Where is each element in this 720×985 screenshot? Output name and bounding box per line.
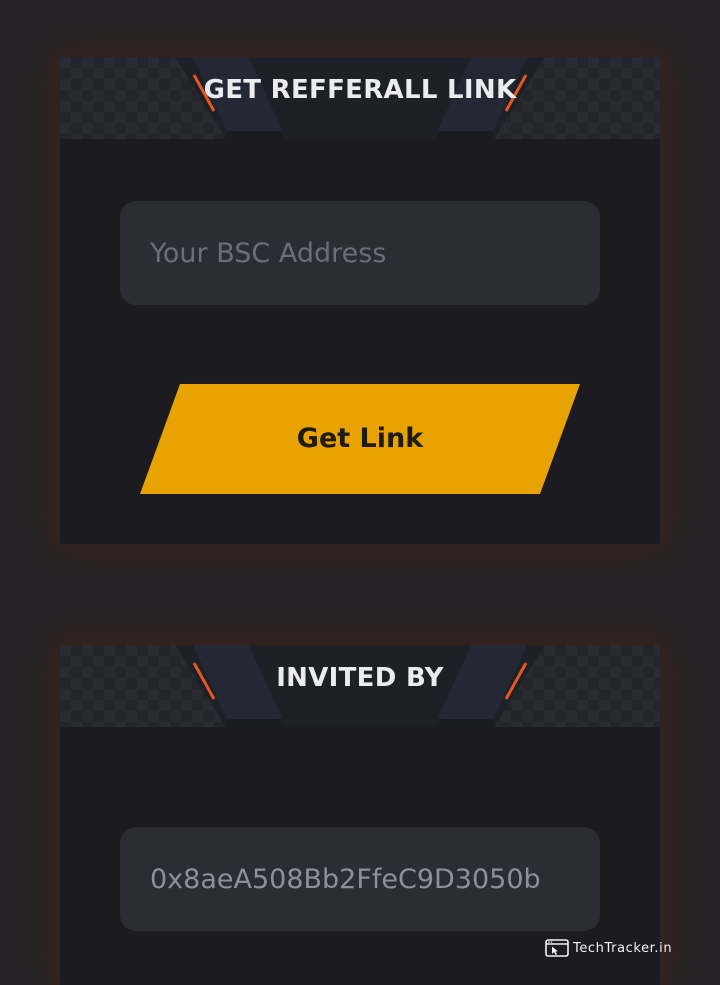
- referral-title: GET REFFERALL LINK: [203, 75, 517, 105]
- bsc-address-input[interactable]: [150, 237, 570, 269]
- watermark: TechTracker.in: [545, 937, 672, 959]
- watermark-text: TechTracker.in: [573, 940, 673, 956]
- invited-by-title: INVITED BY: [276, 663, 444, 693]
- referral-panel-header: GET REFFERALL LINK: [60, 57, 660, 139]
- invited-by-address-field[interactable]: [120, 827, 600, 931]
- invited-by-panel: INVITED BY: [60, 645, 660, 985]
- get-link-button-label: Get Link: [296, 423, 424, 454]
- get-link-button[interactable]: Get Link: [140, 384, 580, 494]
- browser-cursor-icon: [545, 939, 569, 957]
- invited-by-panel-header: INVITED BY: [60, 645, 660, 727]
- invited-by-address-input[interactable]: [150, 863, 570, 895]
- bsc-address-field[interactable]: [120, 201, 600, 305]
- referral-panel: GET REFFERALL LINK Get Link: [60, 57, 660, 544]
